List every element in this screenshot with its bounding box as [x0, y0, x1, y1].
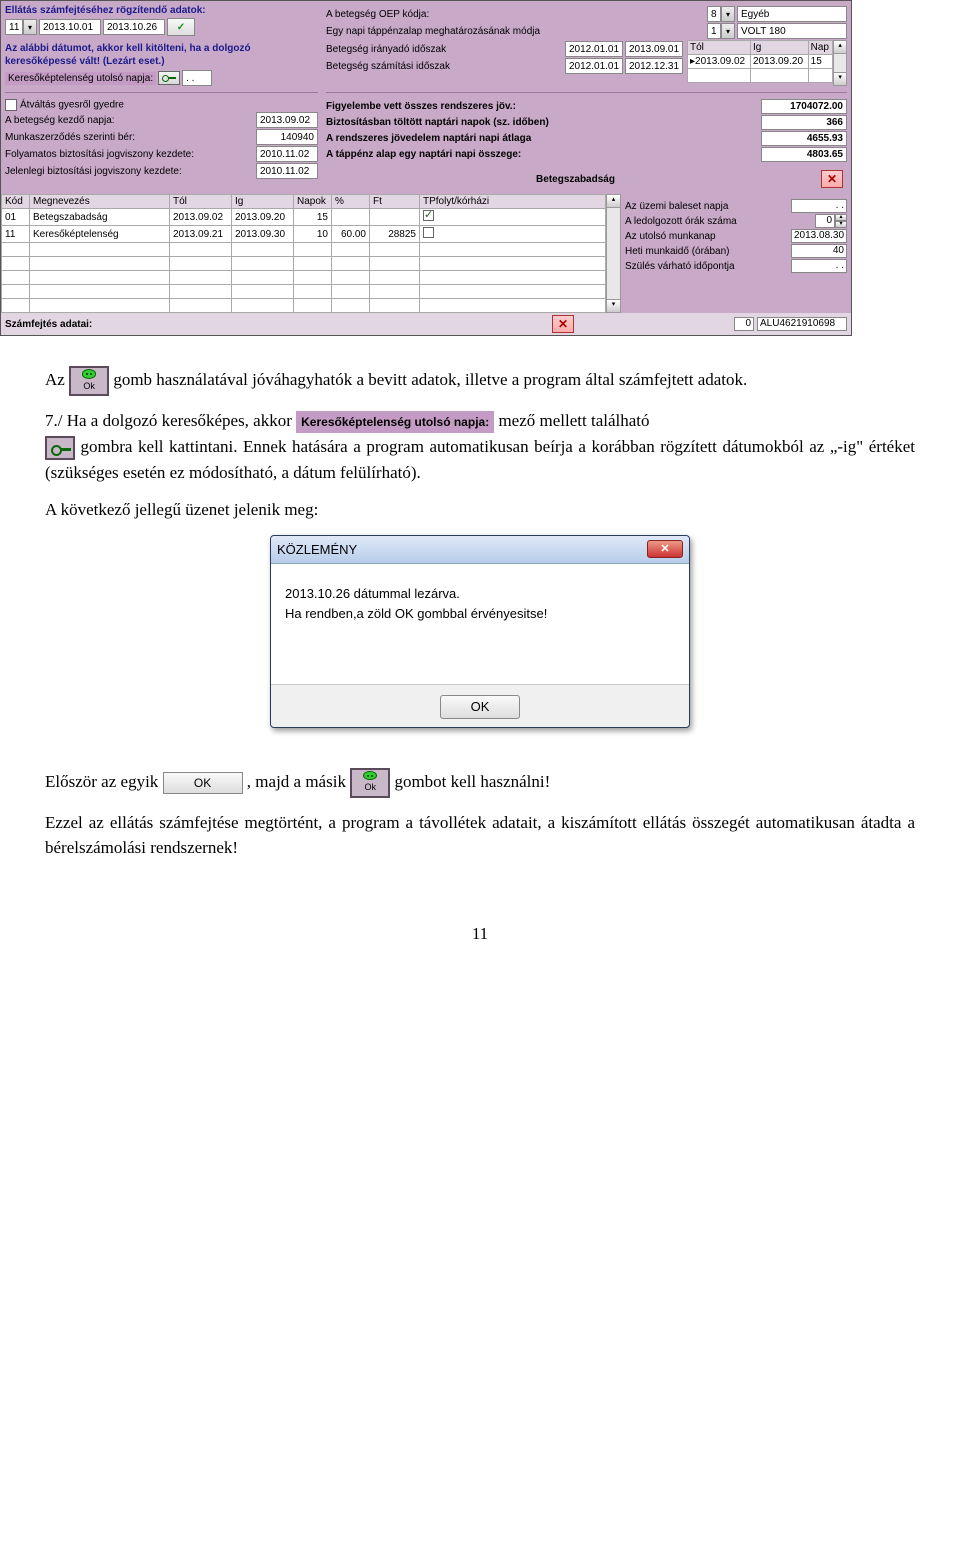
- egynapi-text: VOLT 180: [737, 23, 847, 39]
- iranyado-label: Betegség irányadó időszak: [326, 44, 565, 55]
- betkezd-field[interactable]: 2013.09.02: [256, 112, 318, 128]
- figy-val: 1704072.00: [761, 99, 847, 114]
- confirm-button[interactable]: ✓: [167, 18, 195, 36]
- oep-label: A betegség OEP kódja:: [326, 9, 707, 20]
- close-button[interactable]: ✕: [552, 315, 574, 333]
- rp5-field[interactable]: . .: [791, 259, 847, 273]
- tp-check-icon[interactable]: [423, 227, 434, 238]
- jel-label: Jelenlegi biztosítási jogviszony kezdete…: [5, 166, 256, 177]
- ok-icon: Ok: [350, 768, 390, 798]
- oep-text-field: Egyéb: [737, 6, 847, 22]
- date-from-field[interactable]: 2013.10.01: [39, 19, 101, 35]
- entries-table[interactable]: Kód Megnevezés Tól Ig Napok % Ft TPfolyt…: [1, 194, 606, 313]
- app-window: Ellátás számfejtéséhez rögzítendő adatok…: [0, 0, 852, 336]
- lastday-label: Keresőképtelenség utolsó napja:: [5, 72, 156, 85]
- lastday-tag: Keresőképtelenség utolsó napja:: [296, 411, 494, 433]
- atap-label: A táppénz alap egy naptári napi összege:: [326, 149, 761, 160]
- message-dialog: KÖZLEMÉNY ✕ 2013.10.26 dátummal lezárva.…: [270, 535, 690, 728]
- side-panel: Az üzemi baleset napja . . A ledolgozott …: [621, 194, 851, 313]
- scrollbar[interactable]: ▴▾: [833, 40, 847, 86]
- footer-code: ALU4621910698: [757, 317, 847, 331]
- close-icon[interactable]: ✕: [647, 540, 683, 558]
- code-select[interactable]: 11 ▾: [5, 19, 37, 35]
- scroll-up-icon[interactable]: ▴: [607, 195, 620, 208]
- chevron-down-icon[interactable]: ▾: [23, 19, 37, 35]
- document-body: Az Ok gomb használatával jóváhagyhatók a…: [45, 366, 915, 946]
- page-number: 11: [45, 921, 915, 947]
- dialog-title: KÖZLEMÉNY: [277, 540, 357, 560]
- foly-label: Folyamatos biztosítási jogviszony kezdet…: [5, 149, 256, 160]
- betkezd-label: A betegség kezdő napja:: [5, 115, 256, 126]
- rp1-label: Az üzemi baleset napja: [625, 201, 728, 212]
- key-icon[interactable]: [158, 71, 180, 85]
- key-icon: [45, 436, 75, 460]
- szamitasi-d2[interactable]: 2012.12.31: [625, 58, 683, 74]
- footer-num: 0: [734, 317, 754, 331]
- iranyado-d2[interactable]: 2013.09.01: [625, 41, 683, 57]
- atv-checkbox[interactable]: [5, 99, 17, 111]
- ok-button-plain: OK: [163, 772, 243, 794]
- scroll-down-icon[interactable]: ▾: [834, 72, 846, 85]
- close-button[interactable]: ✕: [821, 170, 843, 188]
- hours-spinner[interactable]: 0▴▾: [815, 214, 847, 228]
- atap-val: 4803.65: [761, 147, 847, 162]
- rp2-label: A ledolgozott órák száma: [625, 216, 737, 227]
- foly-field[interactable]: 2010.11.02: [256, 146, 318, 162]
- lastday-field[interactable]: . .: [182, 70, 212, 86]
- iranyado-d1[interactable]: 2012.01.01: [565, 41, 623, 57]
- atv-label: Átváltás gyesről gyedre: [20, 100, 124, 111]
- footer-label: Számfejtés adatai:: [5, 319, 552, 330]
- chevron-down-icon[interactable]: ▾: [721, 23, 735, 39]
- rp4-label: Heti munkaidő (órában): [625, 246, 730, 257]
- arend-val: 4655.93: [761, 131, 847, 146]
- egynapi-select[interactable]: 1▾: [707, 23, 735, 39]
- table-row[interactable]: 11Keresőképtelenség2013.09.212013.09.301…: [2, 226, 606, 243]
- ok-icon: Ok: [69, 366, 109, 396]
- munk-label: Munkaszerződés szerinti bér:: [5, 132, 256, 143]
- dialog-line1: 2013.10.26 dátummal lezárva.: [285, 584, 675, 604]
- p-msg: A következő jellegű üzenet jelenik meg:: [45, 497, 915, 523]
- table-row[interactable]: 01Betegszabadság2013.09.022013.09.2015: [2, 209, 606, 226]
- period-mini-table: TólIgNap ▸2013.09.022013.09.2015: [687, 40, 833, 83]
- chevron-down-icon[interactable]: ▾: [721, 6, 735, 22]
- szamitasi-label: Betegség számítási időszak: [326, 61, 565, 72]
- status-label: Betegszabadság: [536, 174, 615, 185]
- bizt-label: Biztosításban töltött naptári napok (sz.…: [326, 117, 761, 128]
- info-note: Az alábbi dátumot, akkor kell kitölteni,…: [5, 42, 318, 68]
- egynapi-label: Egy napi táppénzalap meghatározásának mó…: [326, 26, 707, 37]
- munk-field[interactable]: 140940: [256, 129, 318, 145]
- header-title: Ellátás számfejtéséhez rögzítendő adatok…: [5, 5, 318, 16]
- oep-code-select[interactable]: 8▾: [707, 6, 735, 22]
- scroll-up-icon[interactable]: ▴: [834, 41, 846, 54]
- tp-check-icon[interactable]: [423, 210, 434, 221]
- scroll-down-icon[interactable]: ▾: [607, 299, 620, 312]
- p-final: Ezzel az ellátás számfejtése megtörtént,…: [45, 810, 915, 861]
- dialog-ok-button[interactable]: OK: [440, 695, 520, 719]
- jel-field[interactable]: 2010.11.02: [256, 163, 318, 179]
- figy-label: Figyelembe vett összes rendszeres jöv.:: [326, 101, 761, 112]
- scrollbar[interactable]: ▴▾: [606, 194, 621, 313]
- rp1-field[interactable]: . .: [791, 199, 847, 213]
- rp3-field[interactable]: 2013.08.30: [791, 229, 847, 243]
- date-to-field[interactable]: 2013.10.26: [103, 19, 165, 35]
- szamitasi-d1[interactable]: 2012.01.01: [565, 58, 623, 74]
- bizt-val: 366: [761, 115, 847, 130]
- rp5-label: Szülés várható időpontja: [625, 261, 735, 272]
- arend-label: A rendszeres jövedelem naptári napi átla…: [326, 133, 761, 144]
- dialog-line2: Ha rendben,a zöld OK gombbal érvényesits…: [285, 604, 675, 624]
- rp4-field[interactable]: 40: [791, 244, 847, 258]
- rp3-label: Az utolsó munkanap: [625, 231, 716, 242]
